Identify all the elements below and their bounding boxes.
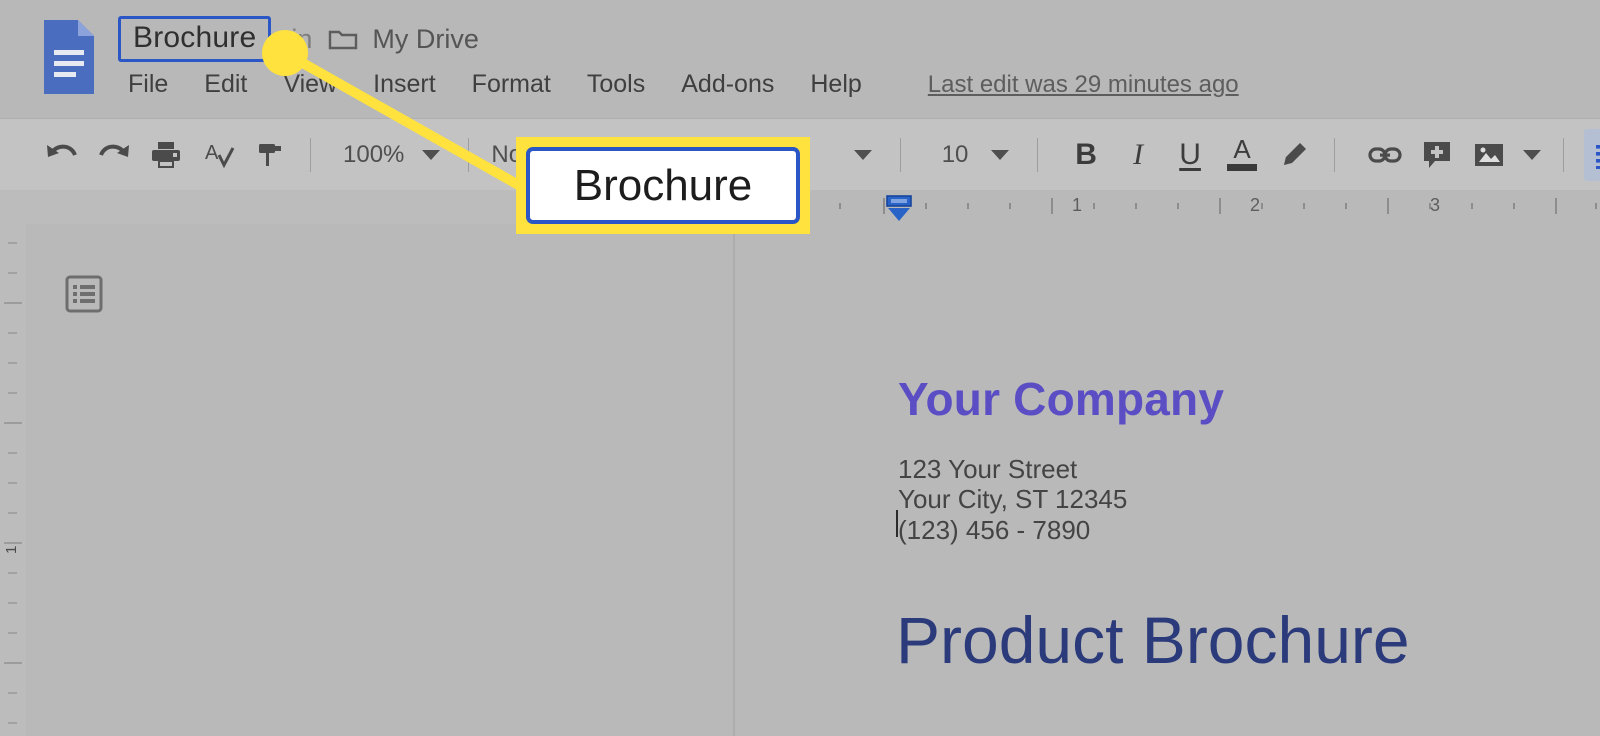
document-product-heading[interactable]: Product Brochure <box>896 602 1410 678</box>
text-color-label: A <box>1233 133 1251 164</box>
ruler-number-1: 1 <box>1071 195 1083 215</box>
menu-item-help[interactable]: Help <box>792 70 879 99</box>
folder-icon[interactable] <box>328 27 358 51</box>
menu-item-insert[interactable]: Insert <box>355 70 454 99</box>
underline-button[interactable]: U <box>1164 138 1216 172</box>
insert-link-icon[interactable] <box>1359 129 1411 181</box>
google-docs-icon[interactable] <box>40 17 98 97</box>
address-line-3: (123) 456 - 7890 <box>898 514 1091 545</box>
highlight-pen-icon[interactable] <box>1268 129 1320 181</box>
zoom-level-value[interactable]: 100% <box>339 141 408 169</box>
document-canvas[interactable]: Your Company 123 Your Street Your City, … <box>26 224 1600 736</box>
annotation-callout-box: Brochure <box>516 137 810 234</box>
menu-item-format[interactable]: Format <box>454 70 569 99</box>
undo-icon[interactable] <box>36 129 88 181</box>
font-size-value[interactable]: 10 <box>933 141 977 169</box>
document-company-heading[interactable]: Your Company <box>898 372 1224 426</box>
text-color-button[interactable]: A <box>1216 129 1268 181</box>
menu-item-edit[interactable]: Edit <box>186 70 265 99</box>
document-address-block[interactable]: 123 Your Street Your City, ST 12345 (123… <box>898 454 1127 545</box>
vertical-ruler[interactable]: 1 <box>0 224 26 736</box>
last-edit-link[interactable]: Last edit was 29 minutes ago <box>928 71 1239 99</box>
toolbar-divider-2 <box>468 137 470 172</box>
vertical-ruler-number-1: 1 <box>3 545 20 554</box>
menu-item-tools[interactable]: Tools <box>569 70 663 99</box>
toolbar-divider-4 <box>1037 137 1039 172</box>
toolbar-divider-3 <box>900 137 902 172</box>
insert-image-icon[interactable] <box>1463 129 1515 181</box>
menu-item-file[interactable]: File <box>128 70 186 99</box>
toolbar-divider <box>310 137 311 172</box>
redo-icon[interactable] <box>88 129 140 181</box>
text-color-swatch <box>1227 164 1258 172</box>
annotation-dot <box>262 30 308 76</box>
document-outline-icon[interactable] <box>64 274 104 319</box>
image-chevron-down-icon[interactable] <box>1523 149 1542 160</box>
ruler-number-2: 2 <box>1249 195 1261 215</box>
menu-bar: File Edit View Insert Format Tools Add-o… <box>128 70 1239 99</box>
svg-text:A: A <box>205 142 219 164</box>
zoom-chevron-down-icon[interactable] <box>422 149 441 160</box>
paint-format-icon[interactable] <box>244 129 296 181</box>
text-cursor-caret <box>896 510 898 537</box>
font-size-chevron-down-icon[interactable] <box>991 149 1010 160</box>
font-chevron-down-icon[interactable] <box>854 149 873 160</box>
ruler-track[interactable]: 1 2 3 <box>735 190 1600 224</box>
align-left-icon[interactable] <box>1584 128 1600 181</box>
drive-location-label[interactable]: My Drive <box>372 24 479 55</box>
annotation-callout-text: Brochure <box>526 147 800 224</box>
italic-button[interactable]: I <box>1112 138 1164 172</box>
print-icon[interactable] <box>140 129 192 181</box>
bold-button[interactable]: B <box>1060 138 1112 172</box>
address-line-1: 123 Your Street <box>898 454 1078 484</box>
column-divider <box>733 224 735 736</box>
header-zone: Brochure in My Drive File Edit View Inse… <box>0 0 1600 118</box>
ruler-number-3: 3 <box>1429 195 1441 215</box>
toolbar-divider-6 <box>1563 137 1565 172</box>
menu-item-add-ons[interactable]: Add-ons <box>663 70 792 99</box>
add-comment-icon[interactable] <box>1411 129 1463 181</box>
document-title-input[interactable]: Brochure <box>118 16 272 62</box>
address-line-2: Your City, ST 12345 <box>898 484 1128 515</box>
toolbar-divider-5 <box>1334 137 1336 172</box>
spellcheck-icon[interactable]: A <box>192 129 244 181</box>
google-docs-window: Brochure in My Drive File Edit View Inse… <box>0 0 1600 736</box>
